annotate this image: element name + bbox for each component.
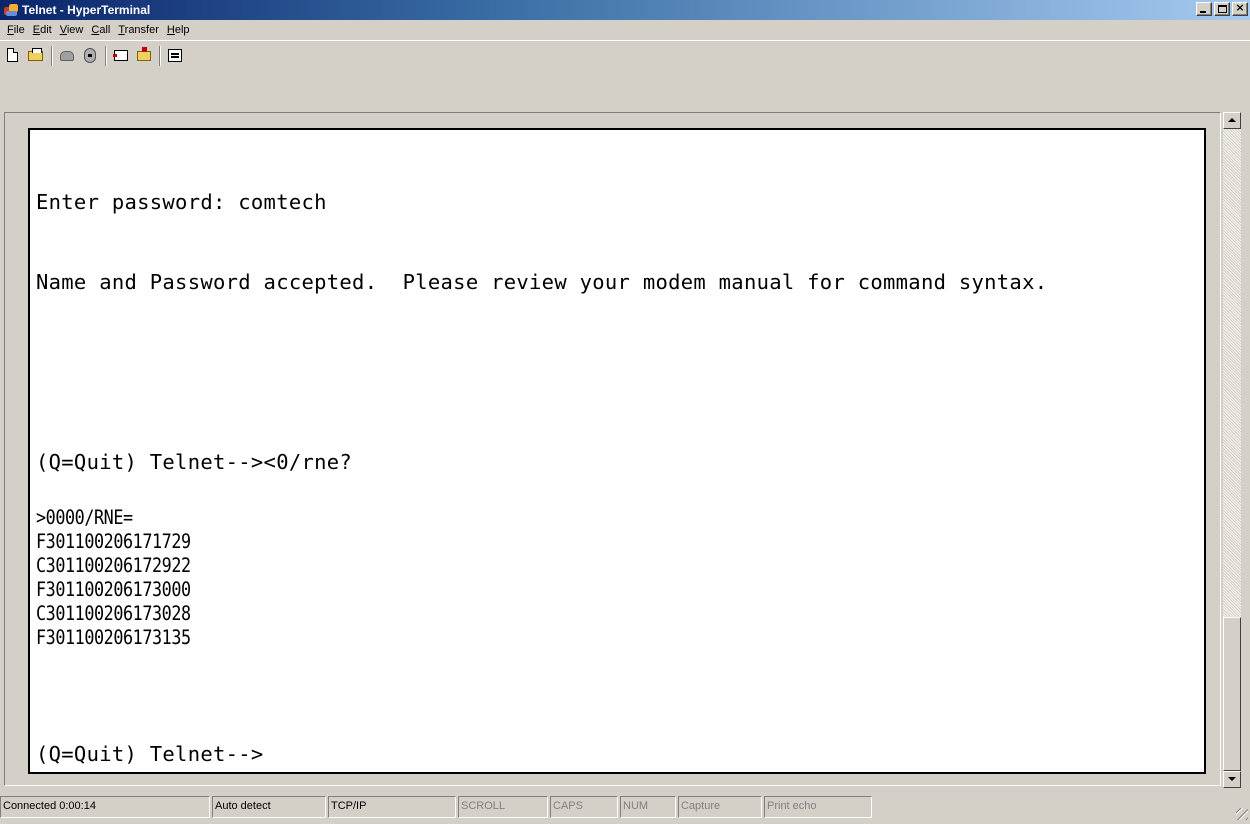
call-icon [60,50,74,61]
new-icon [7,47,18,62]
toolbar-separator [105,45,107,66]
status-scroll: SCROLL [458,796,548,818]
properties-button[interactable] [164,45,186,67]
send-button[interactable] [110,45,132,67]
open-icon [28,47,43,61]
receive-button[interactable] [133,45,155,67]
vertical-scrollbar[interactable] [1223,112,1241,788]
scroll-thumb[interactable] [1223,617,1241,771]
arrow-down-icon [1228,777,1236,781]
menu-help[interactable]: Help [163,24,194,36]
status-print-echo: Print echo [764,796,872,818]
status-caps: CAPS [550,796,618,818]
resize-grip-icon[interactable] [1236,808,1248,820]
menu-transfer[interactable]: Transfer [114,24,163,36]
arrow-up-icon [1228,118,1236,122]
menu-file[interactable]: File [3,24,29,36]
title-bar[interactable]: Telnet - HyperTerminal × [0,0,1250,20]
status-capture: Capture [678,796,762,818]
scroll-up-button[interactable] [1223,112,1241,129]
close-button[interactable]: × [1232,1,1248,16]
status-protocol: TCP/IP [328,796,456,818]
hyperterminal-icon[interactable] [3,2,19,18]
disconnect-button[interactable] [79,45,101,67]
terminal-line: C301100206173028 [36,602,191,625]
status-detect: Auto detect [212,796,326,818]
minimize-icon [1200,11,1206,13]
send-icon [113,49,128,61]
menu-call[interactable]: Call [87,24,114,36]
terminal-line: Name and Password accepted. Please revie… [36,270,1048,294]
terminal-line: Enter password: comtech [36,190,327,214]
call-button[interactable] [56,45,78,67]
menu-view[interactable]: View [56,24,88,36]
terminal-screen[interactable]: Enter password: comtech Name and Passwor… [28,128,1206,774]
menu-bar: File Edit View Call Transfer Help [0,20,1250,40]
terminal-line: F301100206171729 [36,530,191,553]
open-button[interactable] [25,45,47,67]
status-num: NUM [620,796,676,818]
status-bar: Connected 0:00:14 Auto detect TCP/IP SCR… [0,794,1250,824]
terminal-line: >0000/RNE= [36,506,133,529]
maximize-icon [1218,5,1227,13]
toolbar [0,40,1250,70]
window-title: Telnet - HyperTerminal [22,3,151,17]
terminal-line: (Q=Quit) Telnet--> [36,742,264,766]
terminal-line: F301100206173135 [36,626,191,649]
receive-icon [137,46,151,61]
scroll-down-button[interactable] [1223,771,1241,788]
properties-icon [168,48,182,62]
new-button[interactable] [2,45,24,67]
menu-edit[interactable]: Edit [29,24,56,36]
toolbar-separator [51,45,53,66]
minimize-button[interactable] [1196,2,1212,16]
status-connected: Connected 0:00:14 [0,796,210,818]
toolbar-separator [159,45,161,66]
terminal-line: C301100206172922 [36,554,191,577]
disconnect-icon [84,47,96,63]
terminal-line: F301100206173000 [36,578,191,601]
maximize-button[interactable] [1214,2,1230,16]
close-icon: × [1235,1,1245,14]
terminal-line: (Q=Quit) Telnet--><0/rne? [36,450,353,474]
